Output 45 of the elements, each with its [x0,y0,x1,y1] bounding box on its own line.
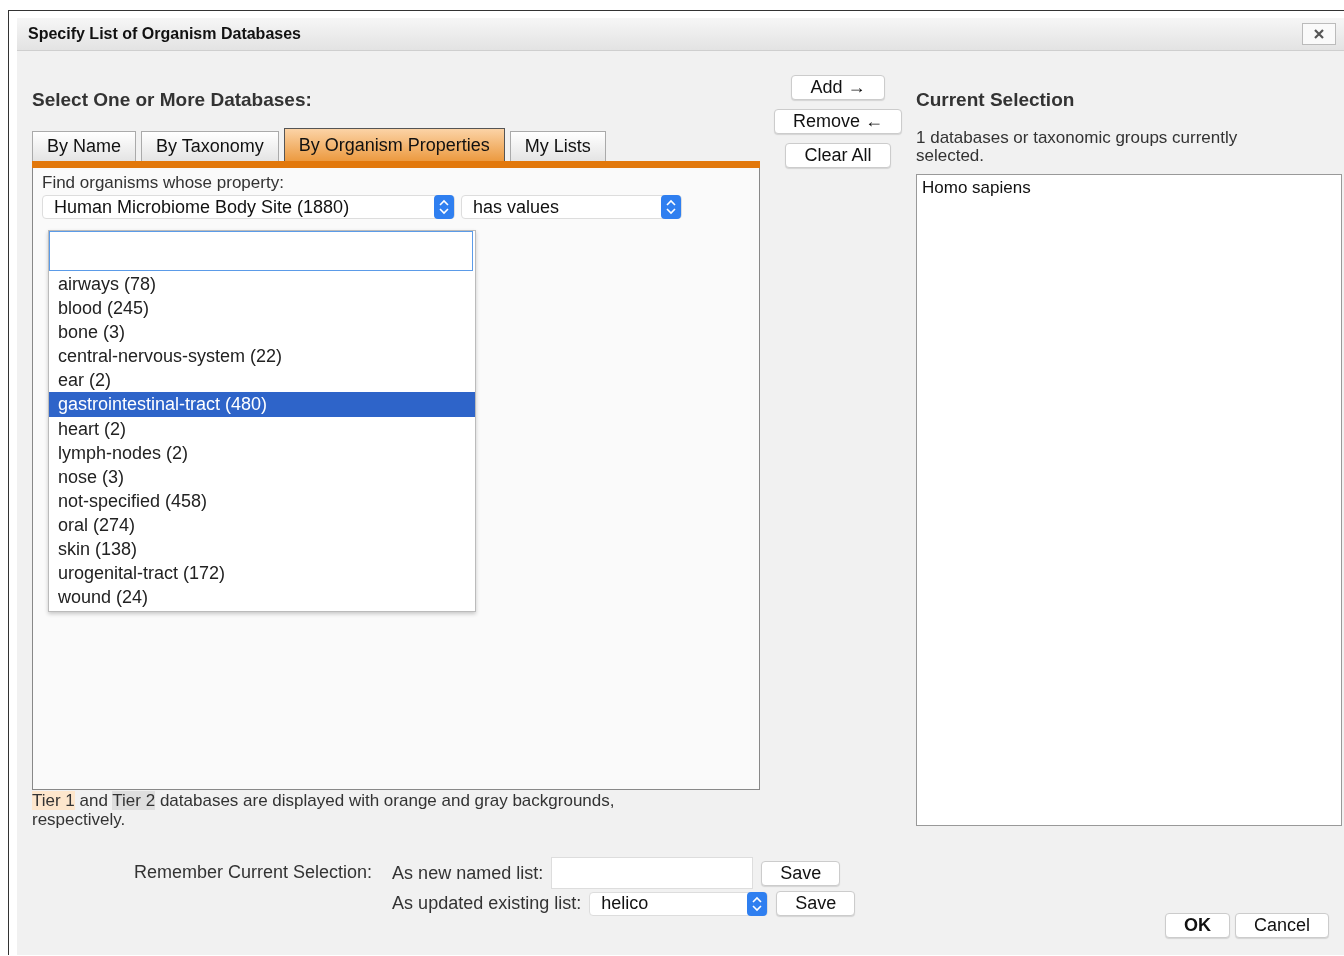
selection-heading: Current Selection [916,89,1076,111]
dropdown-item[interactable]: lymph-nodes (2) [49,440,475,465]
dropdown-item[interactable]: gastrointestinal-tract (480) [49,392,475,417]
dropdown-item[interactable]: ear (2) [49,368,475,393]
search-field[interactable] [49,231,473,271]
selection-summary: 1 databases or taxonomic groups currently selected. [916,129,1239,165]
dropdown-item[interactable]: heart (2) [49,416,475,441]
dropdown-item[interactable]: bone (3) [49,320,475,345]
cancel-button[interactable]: Cancel [1234,913,1329,938]
existing-list-select[interactable]: helico [589,891,769,916]
select-arrows-icon [747,891,768,916]
dropdown-item[interactable]: skin (138) [49,537,475,562]
select-arrows-icon [661,195,681,219]
save-button[interactable]: Save [776,891,856,916]
dropdown-item[interactable]: central-nervous-system (22) [49,344,475,369]
close-button[interactable] [1302,23,1336,45]
select-arrows-icon [434,195,454,219]
transfer-button[interactable]: Add → [791,75,885,100]
tab[interactable]: My Lists [509,131,606,161]
property-select[interactable]: Human Microbiome Body Site (1880) [42,195,455,219]
condition-select[interactable]: has values [461,195,682,219]
save-button[interactable]: Save [761,860,841,886]
window-title: Specify List of Organism Databases [28,25,301,43]
remember-label: Remember Current Selection: [134,862,373,883]
tab[interactable]: By Name [32,131,137,161]
close-icon [1313,28,1325,40]
transfer-button[interactable]: Remove ← [774,109,902,134]
ok-button[interactable]: OK [1164,913,1230,938]
section-heading: Select One or More Databases: [32,89,313,111]
dropdown-item[interactable]: airways (78) [49,272,475,297]
existing-list-label: As updated existing list: [392,893,582,914]
dropdown-item[interactable]: nose (3) [49,464,475,489]
property-label: Find organisms whose property: [42,173,285,193]
tab[interactable]: By Taxonomy [141,131,279,161]
dropdown-item[interactable]: blood (245) [49,296,475,321]
dropdown-item[interactable]: urogenital-tract (172) [49,561,475,586]
transfer-button[interactable]: Clear All [785,143,891,168]
dropdown-item[interactable]: wound (24) [49,585,475,610]
selection-item[interactable]: Homo sapiens [922,178,1336,198]
legend-text: Tier 1 and Tier 2 databases are displayed with orange and gray backgrounds, respectively. [32,791,616,829]
dropdown-item[interactable]: oral (274) [49,512,475,538]
list-name-field[interactable] [551,857,754,889]
tab[interactable]: By Organism Properties [283,128,505,161]
dropdown-item[interactable]: not-specified (458) [49,488,475,513]
new-list-label: As new named list: [392,862,544,884]
